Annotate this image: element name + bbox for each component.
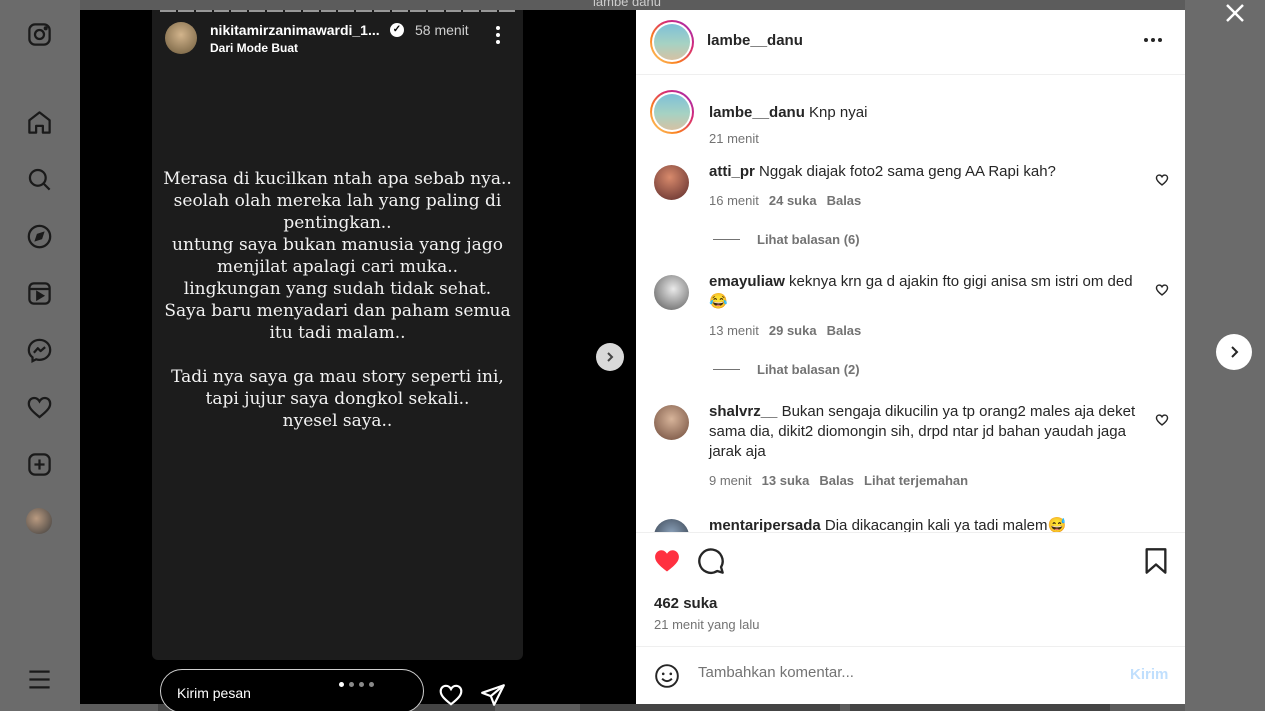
comment-time: 9 menit: [709, 473, 752, 488]
author-username[interactable]: lambe__danu: [707, 32, 803, 49]
carousel-dot: [369, 682, 374, 687]
comment-text: emayuliaw keknya krn ga d ajakin fto gig…: [709, 272, 1145, 312]
comment-username[interactable]: mentaripersada: [709, 517, 821, 532]
heart-icon[interactable]: [24, 392, 54, 422]
post-actions: 462 suka 21 menit yang lalu: [636, 532, 1185, 646]
comment-username[interactable]: shalvrz__: [709, 403, 777, 420]
story-reply-box: Kirim pesan: [160, 669, 424, 711]
comment-like-icon[interactable]: [1155, 283, 1169, 297]
comment-time: 13 menit: [709, 323, 759, 338]
story-avatar: [165, 22, 197, 54]
comment-text: atti_pr Nggak diajak foto2 sama geng AA …: [709, 162, 1145, 182]
background-thumbnail: [580, 703, 840, 711]
comment-body: Dia dikacangin kali ya tadi malem😅: [824, 517, 1067, 532]
post-comment-button[interactable]: Kirim: [1130, 666, 1168, 683]
story-send-icon: [481, 684, 505, 706]
explore-icon[interactable]: [24, 221, 54, 251]
like-count[interactable]: 462 suka: [654, 595, 717, 612]
caption-body: Knp nyai: [809, 104, 868, 121]
chevron-right-icon: [1231, 346, 1239, 358]
author-avatar[interactable]: [650, 20, 694, 64]
view-replies-button[interactable]: Lihat balasan (6): [713, 232, 860, 247]
view-replies-label: Lihat balasan (2): [757, 362, 860, 377]
post-details: lambe__danu lambe__danu Knp nyai 21 meni…: [636, 10, 1185, 704]
story-text: Merasa di kucilkan ntah apa sebab nya.. …: [163, 169, 512, 431]
carousel-next-icon[interactable]: [596, 343, 624, 371]
post-timestamp: 21 menit yang lalu: [654, 617, 760, 632]
comment-icon[interactable]: [697, 547, 725, 575]
translate-button[interactable]: Lihat terjemahan: [864, 473, 968, 488]
emoji-icon[interactable]: [654, 663, 680, 689]
comment-likes[interactable]: 13 suka: [762, 473, 810, 488]
story-like-icon: [439, 684, 463, 706]
comment-text: mentaripersada Dia dikacangin kali ya ta…: [709, 516, 1145, 532]
view-replies-button[interactable]: Lihat balasan (2): [713, 362, 860, 377]
comment-input[interactable]: [698, 664, 1118, 681]
carousel-dots: [339, 682, 374, 687]
caption-text: lambe__danu Knp nyai: [709, 103, 1145, 123]
comment-body: Nggak diajak foto2 sama geng AA Rapi kah…: [759, 163, 1056, 180]
story-username: nikitamirzanimawardi_1...: [210, 22, 380, 38]
post-media: nikitamirzanimawardi_1... ✓ 58 menit Dar…: [80, 10, 636, 711]
menu-icon[interactable]: [24, 664, 54, 694]
liked-heart-icon[interactable]: [652, 547, 682, 575]
create-icon[interactable]: [24, 449, 54, 479]
story-more-icon: [490, 24, 506, 46]
add-comment-bar: Kirim: [636, 646, 1185, 704]
comment-text: shalvrz__ Bukan sengaja dikucilin ya tp …: [709, 402, 1145, 462]
next-post-button[interactable]: [1216, 334, 1252, 370]
comment-like-icon[interactable]: [1155, 413, 1169, 427]
sidebar: [0, 0, 80, 711]
comment-reply-button[interactable]: Balas: [827, 323, 862, 338]
profile-avatar[interactable]: [26, 508, 52, 534]
story-subtitle: Dari Mode Buat: [210, 41, 299, 55]
comment-list[interactable]: lambe__danu Knp nyai 21 menit atti_pr Ng…: [636, 76, 1185, 532]
comment-likes[interactable]: 29 suka: [769, 323, 817, 338]
reels-icon[interactable]: [24, 278, 54, 308]
story-reply-placeholder: Kirim pesan: [177, 685, 251, 701]
comment-meta: 13 menit 29 suka Balas: [709, 323, 861, 338]
comment-likes[interactable]: 24 suka: [769, 193, 817, 208]
home-icon[interactable]: [24, 107, 54, 137]
story-progress-bars: [160, 10, 515, 12]
close-icon[interactable]: [1224, 2, 1246, 24]
more-options-icon[interactable]: [1144, 38, 1162, 42]
background-username: lambe danu: [593, 0, 661, 9]
background-thumbnail: [850, 703, 1110, 711]
commenter-avatar[interactable]: [654, 275, 689, 310]
story-screenshot: nikitamirzanimawardi_1... ✓ 58 menit Dar…: [152, 10, 523, 660]
search-icon[interactable]: [24, 164, 54, 194]
comment-time: 16 menit: [709, 193, 759, 208]
comment-meta: 16 menit 24 suka Balas: [709, 193, 861, 208]
carousel-dot: [339, 682, 344, 687]
comment-reply-button[interactable]: Balas: [819, 473, 854, 488]
caption-time: 21 menit: [709, 131, 759, 146]
post-header: lambe__danu: [636, 10, 1185, 75]
comment-meta: 9 menit 13 suka Balas Lihat terjemahan: [709, 473, 968, 488]
verified-icon: ✓: [390, 23, 404, 37]
comment-username[interactable]: atti_pr: [709, 163, 755, 180]
bookmark-icon[interactable]: [1144, 547, 1168, 575]
messenger-icon[interactable]: [24, 335, 54, 365]
commenter-avatar[interactable]: [654, 405, 689, 440]
commenter-avatar[interactable]: [654, 165, 689, 200]
caption-username[interactable]: lambe__danu: [709, 104, 805, 121]
story-time: 58 menit: [415, 22, 469, 38]
caption-avatar[interactable]: [650, 90, 694, 134]
commenter-avatar[interactable]: [654, 519, 689, 532]
comment-username[interactable]: emayuliaw: [709, 273, 785, 290]
instagram-icon[interactable]: [24, 19, 54, 49]
view-replies-label: Lihat balasan (6): [757, 232, 860, 247]
carousel-dot: [359, 682, 364, 687]
carousel-dot: [349, 682, 354, 687]
comment-reply-button[interactable]: Balas: [827, 193, 862, 208]
comment-like-icon[interactable]: [1155, 173, 1169, 187]
